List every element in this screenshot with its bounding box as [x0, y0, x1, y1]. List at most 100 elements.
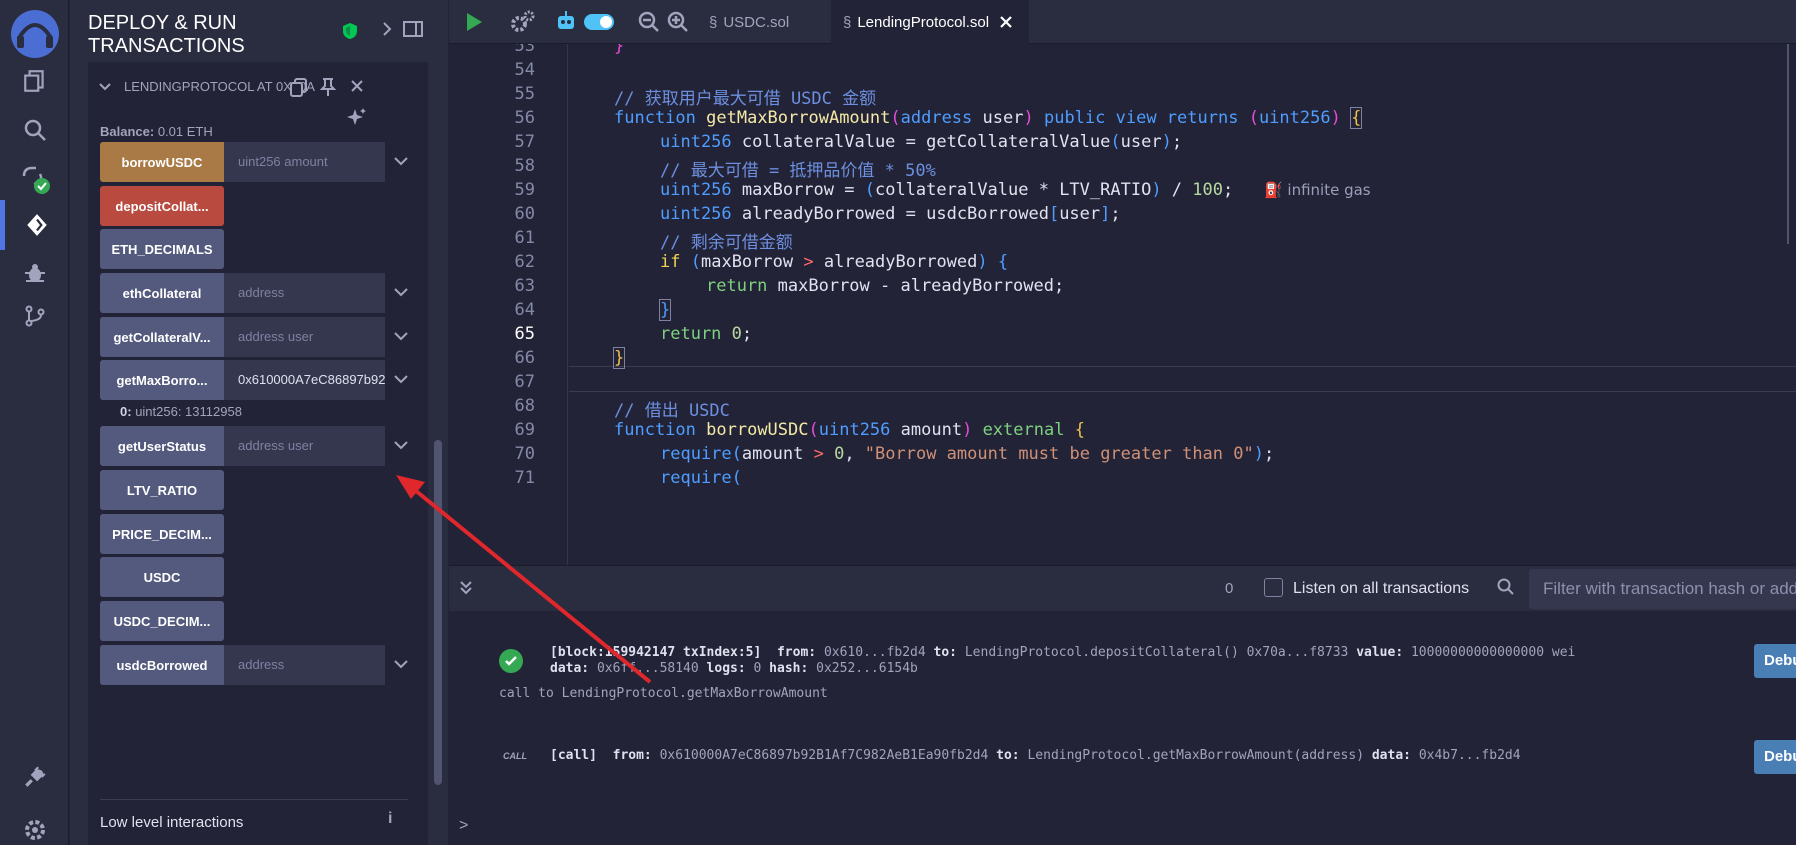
chevron-down-icon[interactable] [393, 153, 409, 169]
type: uint256 [660, 204, 732, 224]
zoom-in-icon[interactable] [667, 0, 689, 44]
debug-button[interactable]: Debug [1754, 740, 1796, 774]
deploy-run-icon[interactable] [0, 200, 69, 250]
tx-to: LendingProtocol.depositCollateral() 0x70… [964, 645, 1349, 660]
divider [100, 799, 408, 800]
usdcBorrowed-input[interactable]: address [224, 645, 385, 685]
USDC_DECIMALS-button[interactable]: USDC_DECIM... [100, 601, 224, 641]
copy-icon[interactable] [290, 77, 308, 97]
debug-button[interactable]: Debug [1754, 644, 1796, 678]
chevron-right-icon[interactable] [380, 20, 394, 38]
deploy-run-panel: DEPLOY & RUN TRANSACTIONS LENDINGPROTOCO… [70, 0, 448, 845]
gutter-divider [567, 44, 568, 565]
code-line-71: require( [660, 468, 742, 488]
info-icon[interactable]: i [388, 810, 392, 828]
chevron-down-icon[interactable] [393, 284, 409, 300]
pin-icon[interactable] [320, 77, 336, 97]
tx-log-line-1[interactable]: [block:159942147 txIndex:5] from: 0x610.… [550, 645, 1575, 660]
borrowUSDC-input[interactable]: uint256 amount [224, 142, 385, 182]
panel-title: DEPLOY & RUN TRANSACTIONS [88, 12, 288, 58]
PRICE_DECIMALS-button[interactable]: PRICE_DECIM... [100, 514, 224, 554]
collapse-terminal-icon[interactable] [459, 580, 473, 596]
line-number: 62 [514, 252, 535, 272]
search-icon [1497, 578, 1514, 595]
pending-tx-count: 0 [1225, 580, 1234, 597]
keyword: if [660, 252, 681, 272]
USDC-button[interactable]: USDC [100, 557, 224, 597]
type: uint256 [660, 132, 732, 152]
close-icon[interactable] [350, 79, 364, 93]
tx-filter-input[interactable]: Filter with transaction hash or address [1529, 569, 1796, 609]
param: amount [890, 420, 963, 440]
chevron-down-icon[interactable] [393, 328, 409, 344]
code-text: collateralValue * LTV_RATIO [874, 180, 1152, 200]
zoom-out-icon[interactable] [638, 0, 660, 44]
log-label: data: [550, 661, 590, 676]
code-line-68: // 借出 USDC [614, 401, 730, 421]
sparkle-ai-icon[interactable] [347, 107, 367, 127]
settings-gears-icon[interactable] [509, 0, 537, 44]
ethCollateral-button[interactable]: ethCollateral [100, 273, 224, 313]
code-line-55: // 获取用户最大可借 USDC 金额 [614, 89, 877, 109]
call-log-line[interactable]: [call] from: 0x610000A7eC86897b92B1Af7C9… [550, 748, 1521, 763]
code-line-60: uint256 alreadyBorrowed = usdcBorrowed[u… [660, 204, 1121, 224]
ETH_DECIMALS-button[interactable]: ETH_DECIMALS [100, 229, 224, 269]
panel-scrollbar[interactable] [434, 440, 442, 785]
terminal-toolbar: 0 Listen on all transactions Filter with… [449, 565, 1796, 611]
getUserStatus-button[interactable]: getUserStatus [100, 426, 224, 466]
borrowUSDC-button[interactable]: borrowUSDC [100, 142, 224, 182]
getMaxBorrowAmount-input[interactable]: 0x610000A7eC86897b92 [224, 360, 385, 400]
type: uint256 [818, 420, 891, 440]
deployed-contract-card: LENDINGPROTOCOL AT 0X70A Balance: 0.01 E… [88, 62, 428, 845]
contract-header[interactable]: LENDINGPROTOCOL AT 0X70A [88, 74, 428, 100]
chevron-down-icon[interactable] [393, 656, 409, 672]
code-line-53: } [614, 44, 625, 56]
code-line-59: uint256 maxBorrow = (collateralValue * L… [660, 180, 1371, 200]
close-tab-icon[interactable] [999, 15, 1013, 29]
ai-toggle-switch[interactable] [583, 0, 615, 44]
type: uint256 [1258, 108, 1331, 128]
getCollateralValue-input[interactable]: address user [224, 317, 385, 357]
settings-gear-icon[interactable] [0, 805, 69, 845]
ethCollateral-input[interactable]: address [224, 273, 385, 313]
chevron-down-icon[interactable] [393, 371, 409, 387]
run-script-icon[interactable] [463, 0, 485, 44]
code-line-56: function getMaxBorrowAmount(address user… [614, 107, 1363, 129]
tab-lendingprotocol-sol[interactable]: § LendingProtocol.sol [831, 0, 1029, 44]
line-number: 59 [514, 180, 535, 200]
tx-block: [block:159942147 txIndex:5] [550, 645, 762, 660]
code-editor[interactable]: 53 54 55 56 57 58 59 60 61 62 63 64 65 6… [449, 44, 1796, 565]
chevron-down-icon[interactable] [98, 82, 112, 92]
LTV_RATIO-button[interactable]: LTV_RATIO [100, 470, 224, 510]
solidity-file-icon: § [843, 13, 852, 31]
code-line-63: return maxBorrow - alreadyBorrowed; [706, 276, 1064, 296]
sidebar-toggle-icon[interactable] [403, 20, 423, 38]
ai-robot-icon[interactable] [555, 0, 577, 44]
low-level-interactions-label: Low level interactions [100, 814, 244, 831]
depositCollateral-button[interactable]: depositCollat... [100, 186, 224, 226]
getMaxBorrowAmount-button[interactable]: getMaxBorro... [100, 360, 224, 400]
getCollateralValue-button[interactable]: getCollateralV... [100, 317, 224, 357]
listen-checkbox[interactable] [1264, 578, 1283, 597]
line-number: 67 [514, 372, 535, 392]
getUserStatus-input[interactable]: address user [224, 426, 385, 466]
editor-scrollbar[interactable] [1787, 44, 1789, 244]
file-explorer-icon[interactable] [0, 56, 69, 106]
line-number: 64 [514, 300, 535, 320]
keyword: function [614, 420, 696, 440]
log-label: from: [776, 645, 817, 660]
tx-data: 0x6ff...58140 [596, 661, 699, 676]
chevron-down-icon[interactable] [393, 437, 409, 453]
log-label: value: [1356, 645, 1404, 660]
plugin-manager-icon[interactable] [0, 752, 69, 802]
usdcBorrowed-button[interactable]: usdcBorrowed [100, 645, 224, 685]
solidity-compiler-icon[interactable] [0, 154, 69, 204]
code-line-65: return 0; [660, 324, 753, 344]
line-number: 70 [514, 444, 535, 464]
tab-usdc-sol[interactable]: § USDC.sol [697, 0, 817, 44]
search-icon[interactable] [0, 105, 69, 155]
terminal-prompt[interactable]: > [459, 817, 468, 835]
current-line-highlight [569, 366, 1796, 392]
remix-logo-icon[interactable] [9, 8, 61, 60]
git-icon[interactable] [0, 291, 69, 341]
